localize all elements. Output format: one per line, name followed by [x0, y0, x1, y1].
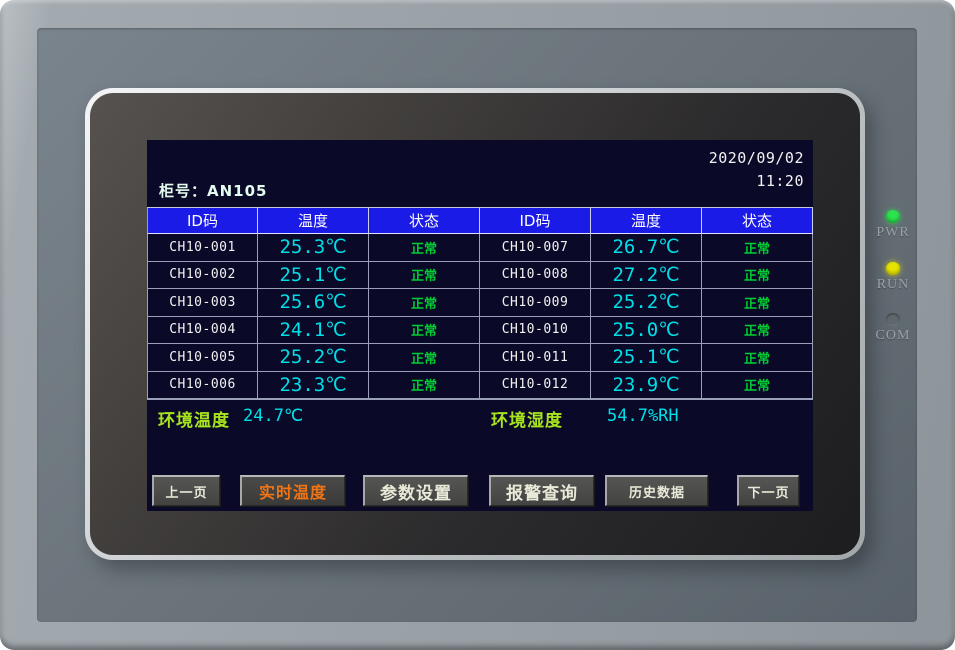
channel-temp: 25.0℃ [591, 317, 702, 345]
power-led-icon [886, 210, 900, 223]
col-header-id: ID码 [147, 208, 258, 234]
channel-temp: 25.1℃ [258, 262, 369, 290]
channel-status: 正常 [702, 317, 813, 345]
power-led-group: PWR [868, 210, 918, 241]
channel-temp: 23.3℃ [258, 372, 369, 400]
ambient-humidity-value: 54.7%RH [607, 406, 679, 426]
com-led-group: COM [868, 313, 918, 344]
channel-id: CH10-001 [147, 234, 258, 262]
run-led-label: RUN [868, 277, 918, 293]
channel-id: CH10-010 [480, 317, 591, 345]
date-text: 2020/09/02 [709, 147, 804, 170]
param-settings-button[interactable]: 参数设置 [363, 475, 468, 506]
channel-id: CH10-004 [147, 317, 258, 345]
channel-temp: 24.1℃ [258, 317, 369, 345]
ambient-temp-value: 24.7℃ [243, 406, 303, 426]
channel-temp: 27.2℃ [591, 262, 702, 290]
channel-status: 正常 [702, 262, 813, 290]
alarm-query-button[interactable]: 报警查询 [489, 475, 594, 506]
channel-status: 正常 [369, 372, 480, 400]
channel-id: CH10-008 [480, 262, 591, 290]
channel-status: 正常 [369, 344, 480, 372]
com-led-label: COM [868, 328, 918, 344]
channel-temp: 23.9℃ [591, 372, 702, 400]
channel-id: CH10-009 [480, 289, 591, 317]
channel-temp: 25.2℃ [591, 289, 702, 317]
run-led-icon [886, 262, 900, 275]
col-header-status: 状态 [369, 208, 480, 234]
channel-temp: 26.7℃ [591, 234, 702, 262]
power-led-label: PWR [868, 225, 918, 241]
next-page-button[interactable]: 下一页 [737, 475, 799, 506]
channel-id: CH10-006 [147, 372, 258, 400]
col-header-id: ID码 [480, 208, 591, 234]
col-header-temp: 温度 [258, 208, 369, 234]
realtime-temp-button[interactable]: 实时温度 [240, 475, 345, 506]
channel-temp: 25.6℃ [258, 289, 369, 317]
hmi-device-frame: 2020/09/02 11:20 柜号：AN105 ID码 温度 状态 ID码 … [0, 0, 955, 650]
ambient-humidity-label: 环境湿度 [491, 406, 563, 431]
col-header-temp: 温度 [591, 208, 702, 234]
channel-temp: 25.1℃ [591, 344, 702, 372]
time-text: 11:20 [709, 170, 804, 193]
channel-status: 正常 [702, 234, 813, 262]
channel-status: 正常 [369, 262, 480, 290]
history-data-button[interactable]: 历史数据 [605, 475, 708, 506]
datetime-display: 2020/09/02 11:20 [709, 147, 804, 193]
channel-temp: 25.2℃ [258, 344, 369, 372]
channel-status: 正常 [702, 372, 813, 400]
channel-id: CH10-011 [480, 344, 591, 372]
channel-id: CH10-005 [147, 344, 258, 372]
touchscreen-display[interactable]: 2020/09/02 11:20 柜号：AN105 ID码 温度 状态 ID码 … [147, 140, 813, 511]
ambient-temp-label: 环境温度 [158, 406, 230, 431]
com-led-icon [886, 313, 900, 326]
channel-status: 正常 [702, 289, 813, 317]
channel-status: 正常 [369, 317, 480, 345]
environment-readouts: 环境温度 24.7℃ 环境湿度 54.7%RH [147, 406, 813, 432]
prev-page-button[interactable]: 上一页 [152, 475, 220, 506]
channel-id: CH10-007 [480, 234, 591, 262]
channel-id: CH10-002 [147, 262, 258, 290]
channel-status: 正常 [702, 344, 813, 372]
channel-id: CH10-003 [147, 289, 258, 317]
cabinet-id-label: 柜号：AN105 [159, 180, 267, 201]
channel-status: 正常 [369, 289, 480, 317]
col-header-status: 状态 [702, 208, 813, 234]
nav-button-bar: 上一页 实时温度 参数设置 报警查询 历史数据 下一页 [147, 475, 813, 506]
run-led-group: RUN [868, 262, 918, 293]
channel-id: CH10-012 [480, 372, 591, 400]
channel-status: 正常 [369, 234, 480, 262]
channel-table: ID码 温度 状态 ID码 温度 状态 CH10-001 25.3℃ 正常 CH… [147, 207, 813, 400]
channel-temp: 25.3℃ [258, 234, 369, 262]
